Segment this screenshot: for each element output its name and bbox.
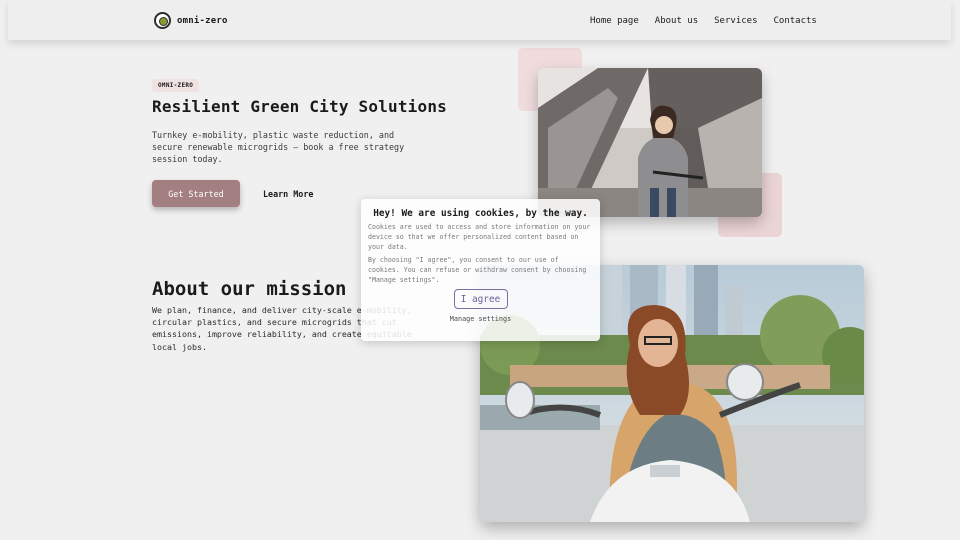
hero-tag: OMNI-ZERO: [152, 79, 200, 92]
main-nav: Home page About us Services Contacts: [590, 16, 817, 26]
hero-description: Turnkey e-mobility, plastic waste reduct…: [152, 130, 405, 164]
nav-services[interactable]: Services: [714, 16, 757, 26]
get-started-button[interactable]: Get Started: [152, 180, 240, 207]
cookie-title: Hey! We are using cookies, by the way.: [373, 208, 588, 219]
scooter-woman-photo: [538, 68, 762, 217]
nav-about[interactable]: About us: [655, 16, 698, 26]
cookie-text-consent: By choosing "I agree", you consent to ou…: [368, 256, 587, 284]
logo-icon: [154, 12, 171, 29]
logo-text: omni-zero: [177, 15, 228, 26]
hero-title: Resilient Green City Solutions: [152, 97, 447, 116]
cookie-consent-dialog: Hey! We are using cookies, by the way. C…: [361, 199, 600, 341]
site-header: omni-zero Home page About us Services Co…: [8, 0, 951, 40]
learn-more-button[interactable]: Learn More: [255, 186, 321, 201]
hero-image: [538, 68, 762, 217]
mission-title: About our mission: [152, 278, 347, 300]
agree-button[interactable]: I agree: [453, 289, 508, 309]
nav-home[interactable]: Home page: [590, 16, 639, 26]
nav-contacts[interactable]: Contacts: [774, 16, 817, 26]
logo[interactable]: omni-zero: [154, 12, 228, 29]
cookie-text-usage: Cookies are used to access and store inf…: [368, 223, 591, 251]
manage-settings-link[interactable]: Manage settings: [368, 315, 593, 323]
